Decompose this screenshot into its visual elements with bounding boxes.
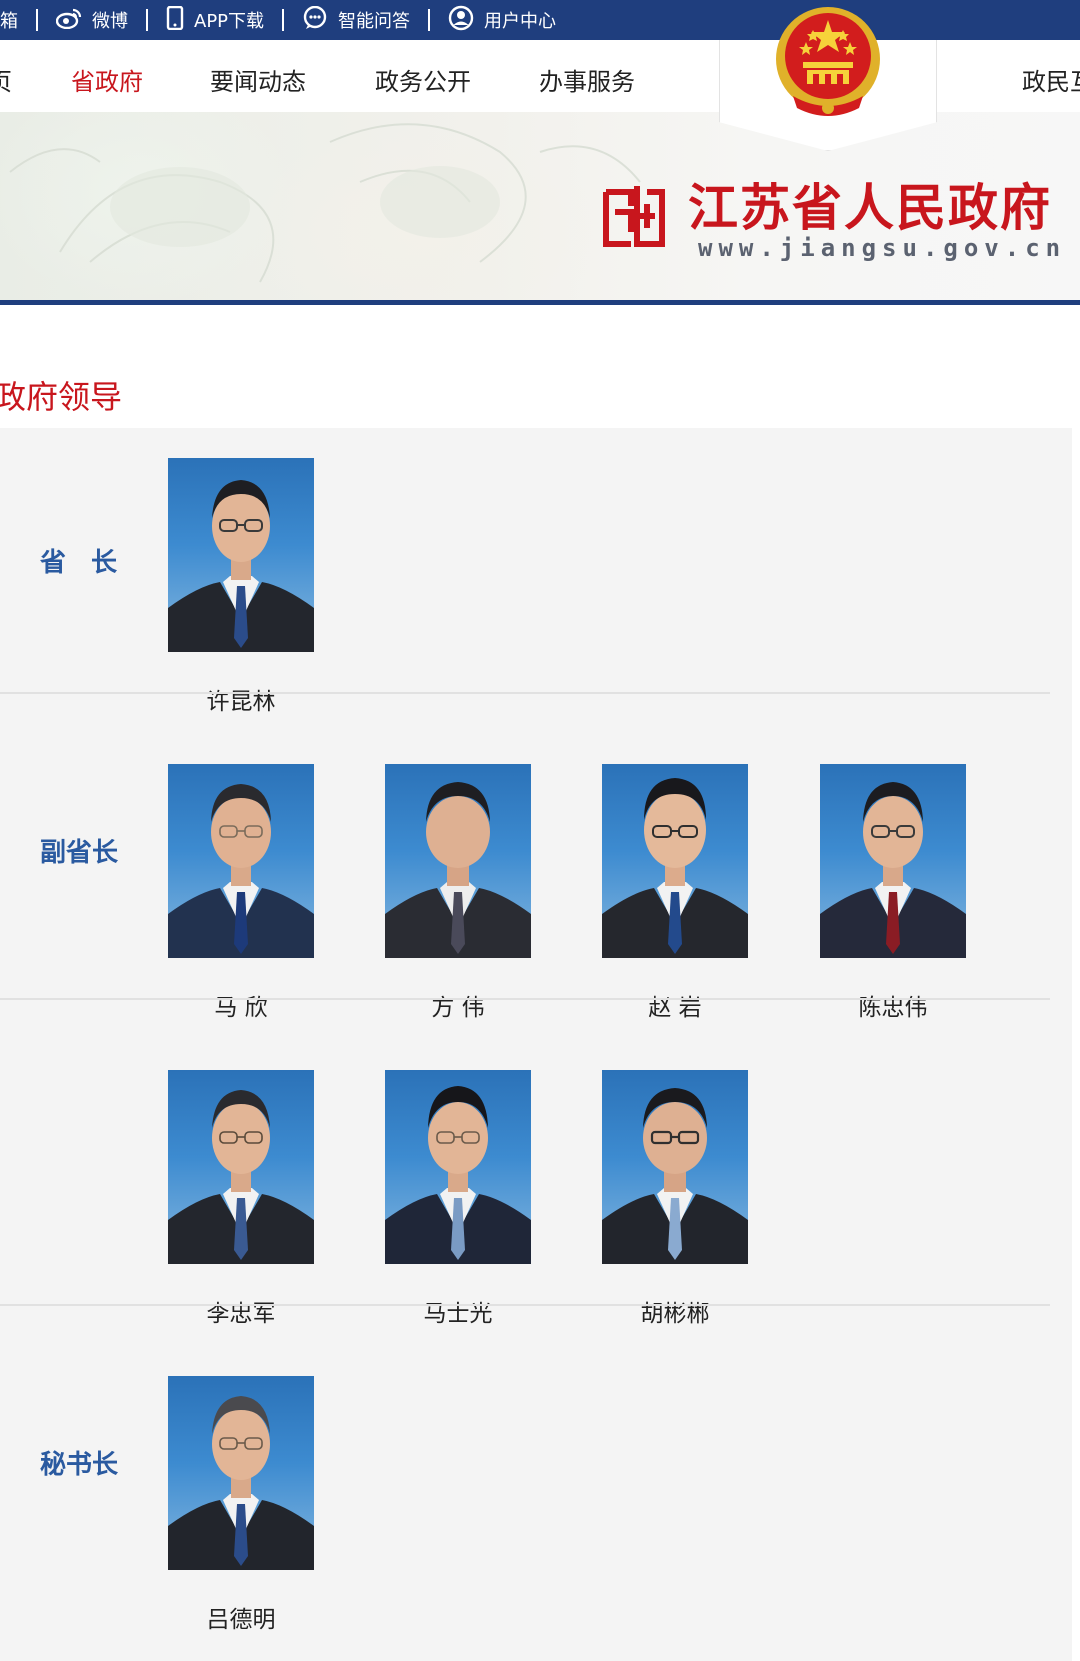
leader-name[interactable]: 许昆林 bbox=[138, 682, 344, 716]
leader-photo[interactable] bbox=[168, 1376, 314, 1570]
leader-card[interactable]: 许昆林 bbox=[168, 458, 314, 715]
topbar-divider bbox=[36, 9, 38, 31]
leader-photo[interactable] bbox=[385, 764, 531, 958]
leader-name[interactable]: 马士光 bbox=[355, 1294, 561, 1328]
topbar-weibo-label: 微博 bbox=[92, 11, 128, 32]
topbar-user-link[interactable]: 用户中心 bbox=[448, 0, 556, 40]
row-divider bbox=[0, 998, 1050, 1000]
leader-photo[interactable] bbox=[602, 1070, 748, 1264]
role-label-governor: 省 长 bbox=[40, 548, 126, 578]
leader-photo[interactable] bbox=[168, 764, 314, 958]
topbar-app-link[interactable]: APP下载 bbox=[166, 0, 264, 40]
nav-gov-affairs[interactable]: 政务公开 bbox=[375, 62, 471, 97]
role-label-secretary-general: 秘书长 bbox=[40, 1450, 119, 1480]
topbar-qa-label: 智能问答 bbox=[338, 11, 411, 32]
topbar-user-label: 用户中心 bbox=[484, 11, 557, 32]
leader-photo[interactable] bbox=[602, 764, 748, 958]
nav-province-gov[interactable]: 省政府 bbox=[71, 62, 143, 97]
leader-card[interactable]: 陈忠伟 bbox=[820, 764, 966, 1021]
leader-photo[interactable] bbox=[820, 764, 966, 958]
topbar-weibo-link[interactable]: 微博 bbox=[55, 0, 128, 40]
leader-photo[interactable] bbox=[385, 1070, 531, 1264]
jiangsu-logo-icon[interactable] bbox=[601, 180, 667, 250]
leader-name[interactable]: 胡彬郴 bbox=[572, 1294, 778, 1328]
topbar-app-label: APP下载 bbox=[194, 11, 265, 32]
nav-home[interactable]: 页 bbox=[0, 62, 12, 97]
leader-card[interactable]: 李忠军 bbox=[168, 1070, 314, 1327]
user-icon bbox=[448, 5, 474, 36]
row-divider bbox=[0, 1304, 1050, 1306]
weibo-icon bbox=[55, 7, 82, 34]
topbar-qa-link[interactable]: 智能问答 bbox=[302, 0, 410, 40]
leader-card[interactable]: 赵 岩 bbox=[602, 764, 748, 1021]
mobile-icon bbox=[166, 5, 184, 35]
leader-card[interactable]: 马士光 bbox=[385, 1070, 531, 1327]
leader-name[interactable]: 吕德明 bbox=[138, 1600, 344, 1634]
site-title[interactable]: 江苏省人民政府 bbox=[688, 168, 1052, 240]
leader-photo[interactable] bbox=[168, 458, 314, 652]
banner-bottom-rule bbox=[0, 300, 1080, 305]
topbar-mail-link[interactable]: 邮箱 bbox=[0, 0, 18, 40]
topbar-divider bbox=[282, 9, 285, 31]
leader-card[interactable]: 胡彬郴 bbox=[602, 1070, 748, 1327]
site-url: www.jiangsu.gov.cn bbox=[698, 234, 1067, 262]
leader-name[interactable]: 方 伟 bbox=[355, 988, 561, 1022]
leader-photo[interactable] bbox=[168, 1070, 314, 1264]
topbar-divider bbox=[428, 9, 431, 31]
leader-name[interactable]: 李忠军 bbox=[138, 1294, 344, 1328]
leaders-panel: 省 长 许昆林 副省长 马 欣 方 伟 赵 岩 陈忠伟 李忠军 马士光 胡彬郴 … bbox=[0, 428, 1072, 1661]
row-divider bbox=[0, 692, 1050, 694]
role-label-vice-governor: 副省长 bbox=[40, 838, 119, 868]
chat-icon bbox=[302, 5, 328, 35]
leader-name[interactable]: 陈忠伟 bbox=[790, 988, 996, 1022]
top-utility-bar: 邮箱 微博 APP下载 bbox=[0, 0, 1080, 40]
section-title: 政府领导 bbox=[0, 378, 123, 416]
national-emblem-icon bbox=[773, 4, 883, 122]
topbar-divider bbox=[146, 9, 148, 31]
nav-services[interactable]: 办事服务 bbox=[539, 62, 635, 97]
leader-name[interactable]: 马 欣 bbox=[138, 988, 344, 1022]
leader-card[interactable]: 方 伟 bbox=[385, 764, 531, 1021]
leader-card[interactable]: 吕德明 bbox=[168, 1376, 314, 1633]
nav-interaction[interactable]: 政民互 bbox=[1022, 62, 1080, 97]
nav-news[interactable]: 要闻动态 bbox=[210, 62, 306, 97]
topbar-mail-label: 邮箱 bbox=[0, 11, 18, 32]
leader-card[interactable]: 马 欣 bbox=[168, 764, 314, 1021]
leader-name[interactable]: 赵 岩 bbox=[572, 988, 778, 1022]
